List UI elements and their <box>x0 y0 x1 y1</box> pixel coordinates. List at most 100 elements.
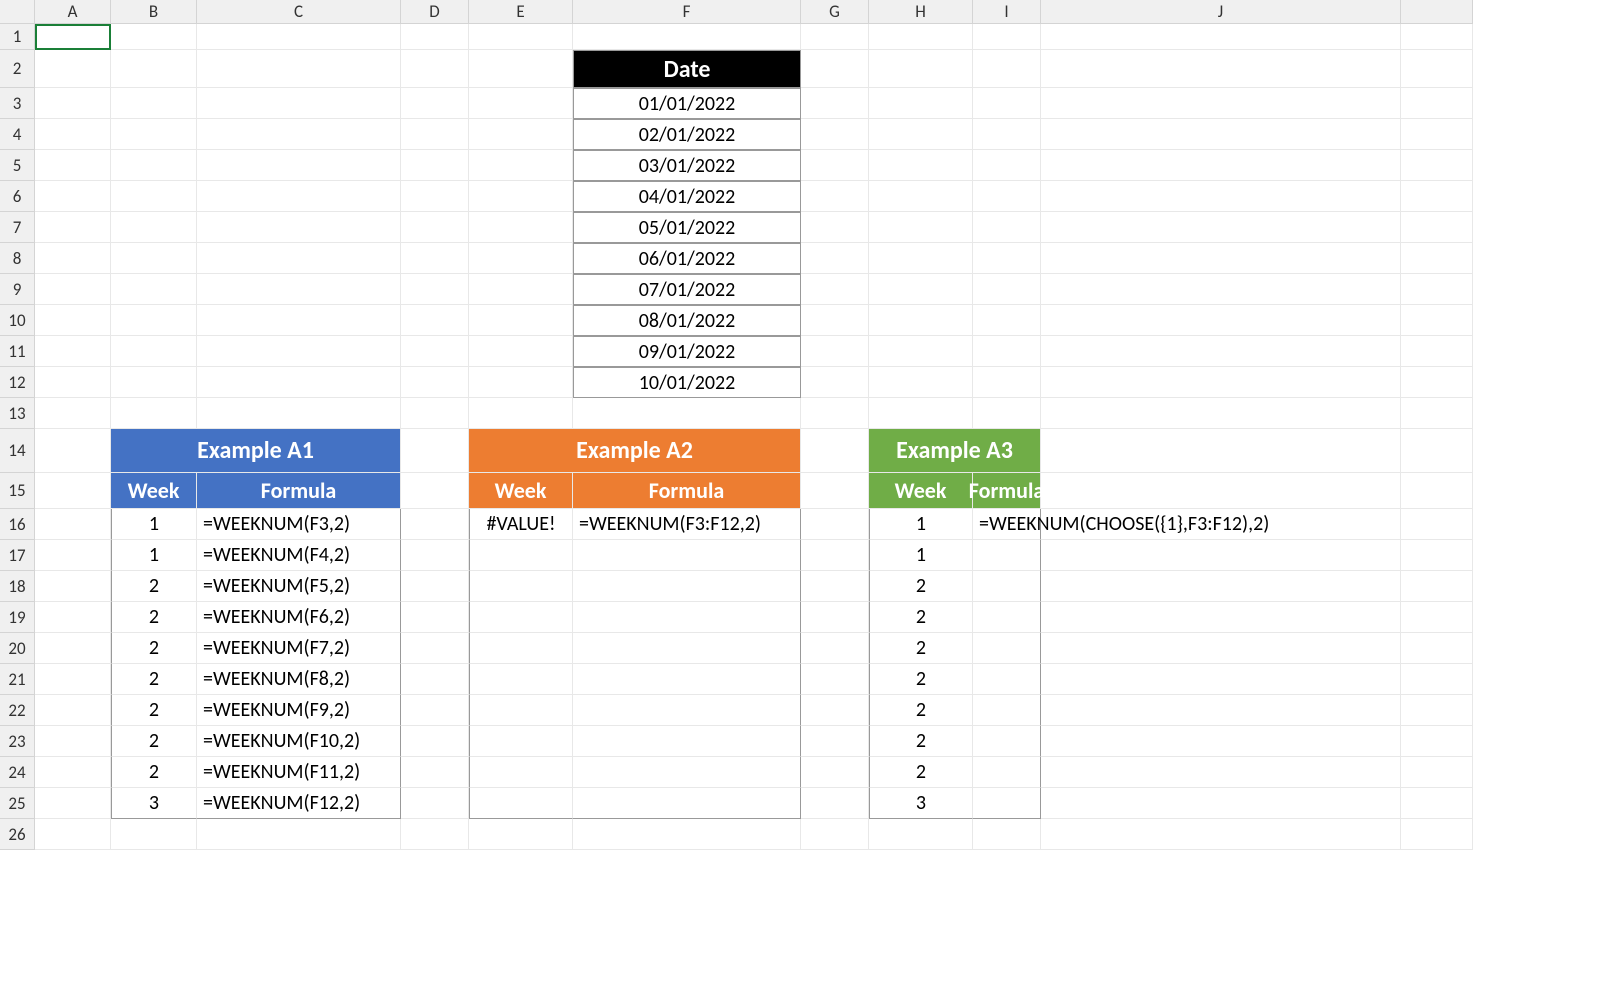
a1-week-header[interactable]: Week <box>111 473 197 509</box>
cell[interactable] <box>469 24 573 50</box>
cell[interactable] <box>973 571 1041 602</box>
cell[interactable] <box>801 819 869 850</box>
cell[interactable] <box>401 150 469 181</box>
cell[interactable] <box>35 633 111 664</box>
cell[interactable] <box>801 757 869 788</box>
cell[interactable] <box>1041 212 1401 243</box>
cell[interactable] <box>1401 571 1473 602</box>
cell[interactable] <box>111 181 197 212</box>
cell[interactable] <box>197 150 401 181</box>
cell[interactable] <box>401 788 469 819</box>
row-header-9[interactable]: 9 <box>0 274 35 305</box>
cell[interactable] <box>973 664 1041 695</box>
row-header-5[interactable]: 5 <box>0 150 35 181</box>
cell[interactable] <box>973 819 1041 850</box>
cell[interactable] <box>1041 819 1401 850</box>
cell[interactable] <box>469 540 573 571</box>
cell[interactable] <box>1041 336 1401 367</box>
cell[interactable] <box>469 88 573 119</box>
cell[interactable] <box>469 181 573 212</box>
row-header-14[interactable]: 14 <box>0 429 35 473</box>
row-header-8[interactable]: 8 <box>0 243 35 274</box>
cell[interactable] <box>197 24 401 50</box>
cell[interactable] <box>197 212 401 243</box>
cell[interactable] <box>801 509 869 540</box>
cell[interactable] <box>1401 150 1473 181</box>
row-header-20[interactable]: 20 <box>0 633 35 664</box>
column-header-E[interactable]: E <box>469 0 573 24</box>
column-header-C[interactable]: C <box>197 0 401 24</box>
cell[interactable] <box>801 633 869 664</box>
cell[interactable] <box>35 695 111 726</box>
cell[interactable] <box>1401 181 1473 212</box>
a1-week-cell[interactable]: 1 <box>111 540 197 571</box>
cell[interactable] <box>35 602 111 633</box>
cell[interactable] <box>1401 726 1473 757</box>
cell[interactable] <box>973 757 1041 788</box>
cell[interactable] <box>801 726 869 757</box>
column-header-D[interactable]: D <box>401 0 469 24</box>
cell[interactable] <box>197 819 401 850</box>
cell[interactable] <box>1401 50 1473 88</box>
cell[interactable] <box>111 50 197 88</box>
date-header[interactable]: Date <box>573 50 801 88</box>
cell[interactable] <box>469 305 573 336</box>
cell[interactable] <box>1041 305 1401 336</box>
cell[interactable] <box>801 243 869 274</box>
cell[interactable] <box>401 24 469 50</box>
cell[interactable] <box>973 336 1041 367</box>
row-header-23[interactable]: 23 <box>0 726 35 757</box>
a3-formula-cell[interactable]: =WEEKNUM(CHOOSE({1},F3:F12),2) <box>973 509 1041 540</box>
cell[interactable] <box>1041 24 1401 50</box>
cell[interactable] <box>869 181 973 212</box>
a1-formula-cell[interactable]: =WEEKNUM(F9,2) <box>197 695 401 726</box>
cell[interactable] <box>1401 336 1473 367</box>
cell[interactable] <box>1401 429 1473 473</box>
cell[interactable] <box>197 336 401 367</box>
row-header-16[interactable]: 16 <box>0 509 35 540</box>
cell[interactable] <box>469 571 573 602</box>
cell[interactable] <box>973 633 1041 664</box>
a1-formula-cell[interactable]: =WEEKNUM(F12,2) <box>197 788 401 819</box>
cell[interactable] <box>801 602 869 633</box>
cell[interactable] <box>1041 367 1401 398</box>
column-header-H[interactable]: H <box>869 0 973 24</box>
cell[interactable] <box>801 695 869 726</box>
cell[interactable] <box>973 602 1041 633</box>
cell[interactable] <box>401 429 469 473</box>
cell[interactable] <box>35 150 111 181</box>
cell[interactable] <box>35 50 111 88</box>
row-header-25[interactable]: 25 <box>0 788 35 819</box>
cell[interactable] <box>1401 695 1473 726</box>
cell[interactable] <box>1401 509 1473 540</box>
cell[interactable] <box>35 305 111 336</box>
a2-week-cell[interactable]: #VALUE! <box>469 509 573 540</box>
a1-week-cell[interactable]: 1 <box>111 509 197 540</box>
cell[interactable] <box>401 726 469 757</box>
cell[interactable] <box>401 473 469 509</box>
column-header-I[interactable]: I <box>973 0 1041 24</box>
cell[interactable] <box>401 633 469 664</box>
cell[interactable] <box>869 336 973 367</box>
cell[interactable] <box>35 274 111 305</box>
cell[interactable] <box>1401 212 1473 243</box>
a1-formula-cell[interactable]: =WEEKNUM(F7,2) <box>197 633 401 664</box>
cell[interactable] <box>401 757 469 788</box>
a3-week-cell[interactable]: 2 <box>869 664 973 695</box>
cell[interactable] <box>573 788 801 819</box>
cell[interactable] <box>869 150 973 181</box>
cell[interactable] <box>973 243 1041 274</box>
cell[interactable] <box>1401 819 1473 850</box>
cell[interactable] <box>469 757 573 788</box>
cell[interactable] <box>1041 88 1401 119</box>
cell[interactable] <box>35 367 111 398</box>
column-header-A[interactable]: A <box>35 0 111 24</box>
spreadsheet-grid[interactable]: ABCDEFGHIJ12Date301/01/2022402/01/202250… <box>0 0 1600 850</box>
cell[interactable] <box>1041 398 1401 429</box>
cell[interactable] <box>973 726 1041 757</box>
cell[interactable] <box>801 336 869 367</box>
row-header-21[interactable]: 21 <box>0 664 35 695</box>
cell[interactable] <box>469 336 573 367</box>
cell[interactable] <box>111 819 197 850</box>
row-header-18[interactable]: 18 <box>0 571 35 602</box>
